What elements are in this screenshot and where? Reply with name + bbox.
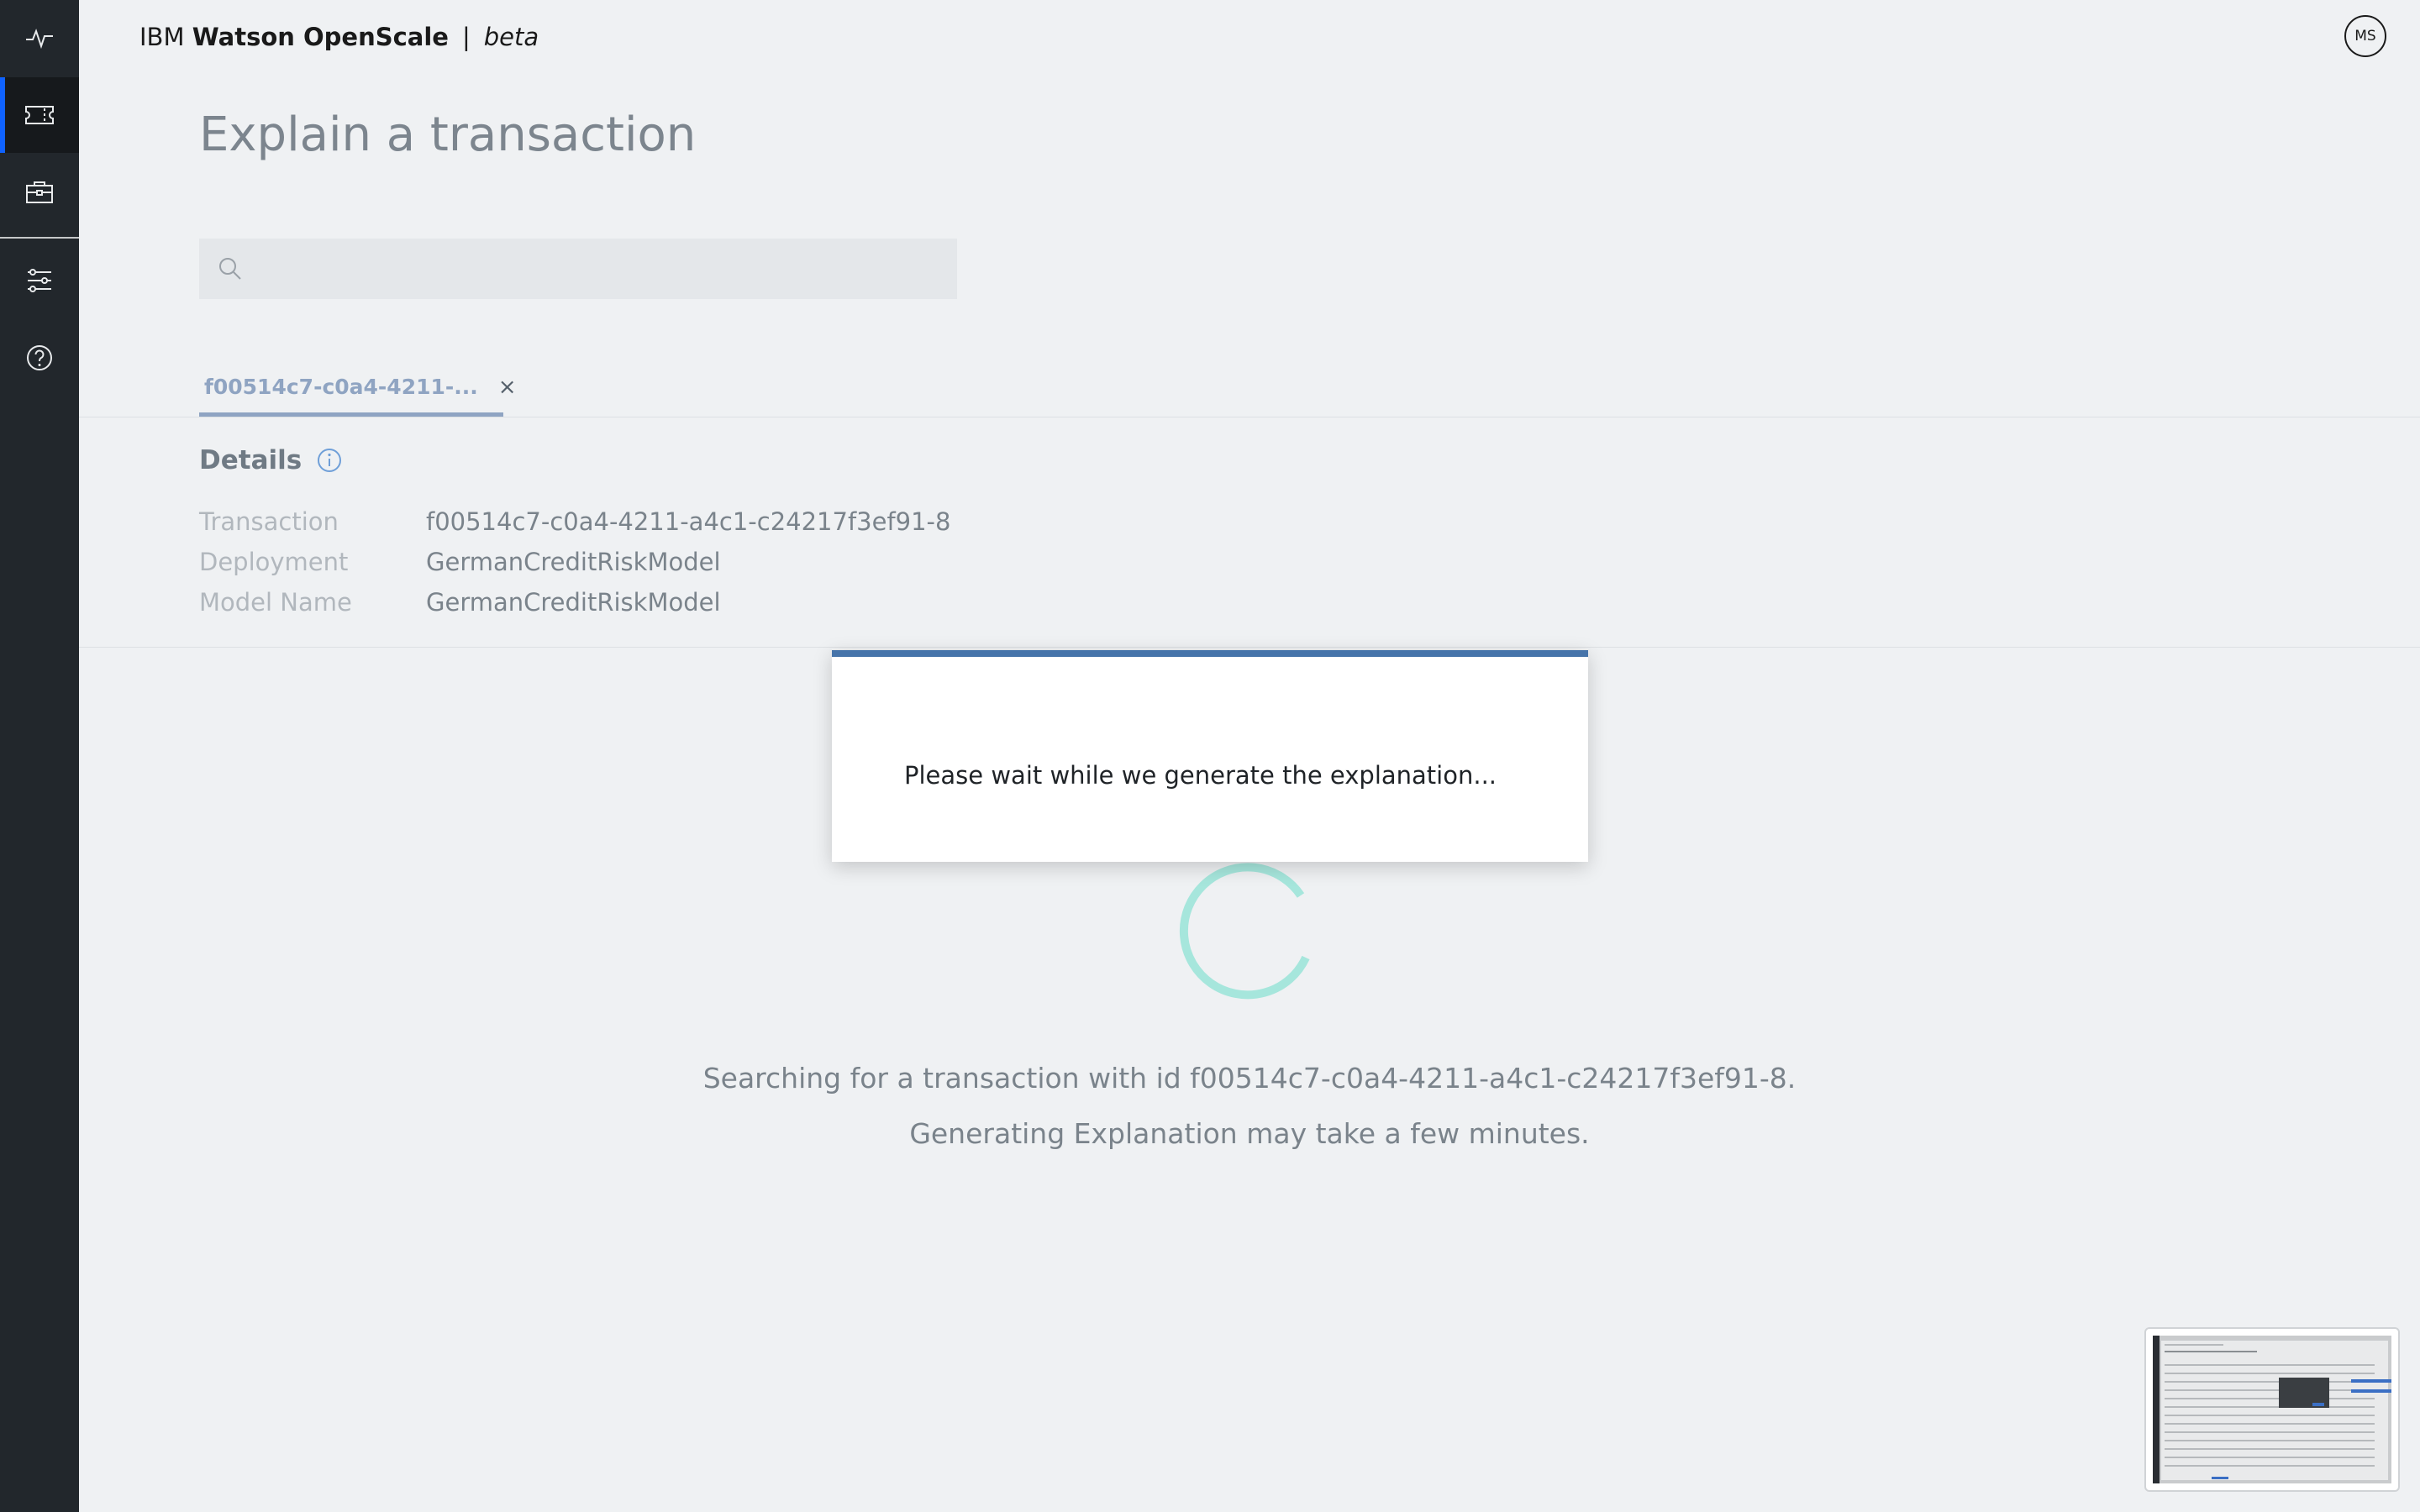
detail-key: Transaction xyxy=(199,507,339,536)
detail-key: Deployment xyxy=(199,548,349,576)
detail-row-transaction: Transaction f00514c7-c0a4-4211-a4c1-c2421… xyxy=(199,507,950,536)
detail-key: Model Name xyxy=(199,588,352,617)
detail-value: f00514c7-c0a4-4211-a4c1-c24217f3ef91-8 xyxy=(426,507,951,536)
search-input[interactable] xyxy=(255,255,927,282)
brand-name: Watson OpenScale xyxy=(192,23,449,51)
nav-configure[interactable] xyxy=(0,243,79,318)
loading-spinner xyxy=(1179,863,1310,1000)
close-icon[interactable]: × xyxy=(498,375,517,400)
detail-value: GermanCreditRiskModel xyxy=(426,588,721,617)
briefcase-icon xyxy=(26,181,53,203)
pulse-icon xyxy=(26,29,53,50)
ticket-icon xyxy=(25,106,54,124)
detail-row-deployment: Deployment GermanCreditRiskModel xyxy=(199,548,721,576)
brand-tag: beta xyxy=(483,23,539,51)
detail-row-model-name: Model Name GermanCreditRiskModel xyxy=(199,588,721,617)
search-icon xyxy=(219,258,241,280)
brand-separator: | xyxy=(461,23,471,51)
side-nav-rail xyxy=(0,0,79,1512)
page-title: Explain a transaction xyxy=(199,108,697,162)
tab-transaction[interactable]: f00514c7-c0a4-4211-... × xyxy=(199,361,517,417)
user-avatar[interactable]: MS xyxy=(2344,15,2386,57)
modal-message: Please wait while we generate the explan… xyxy=(904,761,1497,790)
rail-divider xyxy=(0,237,79,239)
nav-help[interactable] xyxy=(0,320,79,396)
status-generating: Generating Explanation may take a few mi… xyxy=(909,1117,1590,1150)
transaction-search[interactable] xyxy=(199,239,957,299)
nav-insights[interactable] xyxy=(0,0,79,76)
help-icon xyxy=(27,345,52,370)
status-searching: Searching for a transaction with id f005… xyxy=(702,1062,1797,1095)
tab-label: f00514c7-c0a4-4211-... xyxy=(204,375,478,399)
sliders-icon xyxy=(28,269,51,292)
divider xyxy=(79,647,2420,648)
detail-value: GermanCreditRiskModel xyxy=(426,548,721,576)
thumbnail-preview xyxy=(2153,1336,2391,1483)
app-brand[interactable]: IBM Watson OpenScale | beta xyxy=(139,23,539,51)
info-icon[interactable] xyxy=(316,447,343,474)
nav-explain[interactable] xyxy=(0,77,79,153)
details-heading: Details xyxy=(199,445,302,475)
brand-prefix: IBM xyxy=(139,23,185,51)
loading-modal: Please wait while we generate the explan… xyxy=(832,650,1588,862)
nav-deployments[interactable] xyxy=(0,155,79,230)
top-header: IBM Watson OpenScale | beta MS xyxy=(79,0,2420,74)
screenshot-thumbnail[interactable] xyxy=(2144,1327,2400,1492)
